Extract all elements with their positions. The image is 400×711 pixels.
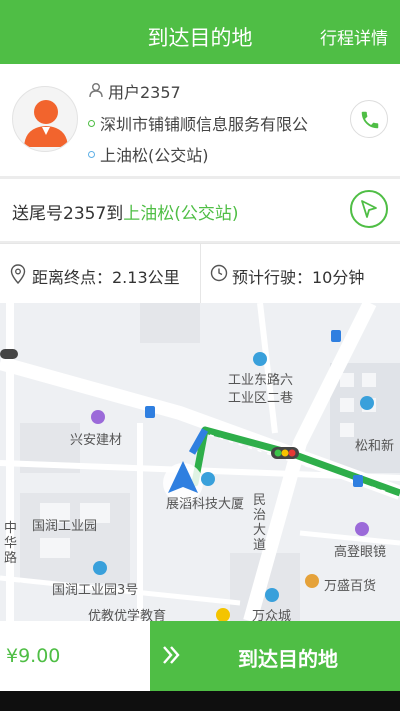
route-destination: 上油松(公交站) bbox=[123, 204, 239, 224]
arrive-button-label: 到达目的地 bbox=[238, 647, 338, 671]
map-label: 松和新 bbox=[355, 439, 395, 454]
route-text: 送尾号2357到上油松(公交站) bbox=[12, 199, 239, 224]
map-label: 兴安建材 bbox=[70, 433, 123, 448]
passenger-name-row: 用户2357 bbox=[88, 79, 181, 104]
map-canvas bbox=[0, 303, 400, 621]
route-prefix: 送尾号2357到 bbox=[12, 204, 124, 224]
map-label: 高登眼镜 bbox=[334, 545, 387, 560]
end-location-row: 上油松(公交站) bbox=[88, 142, 209, 166]
passenger-name: 用户2357 bbox=[108, 83, 181, 102]
fare-price: ¥9.00 bbox=[6, 645, 61, 667]
map-label: 中华路 bbox=[4, 521, 18, 566]
navigate-button[interactable] bbox=[350, 190, 388, 228]
map-label: 优教优学教育 bbox=[88, 609, 167, 621]
arrive-destination-button[interactable]: 到达目的地 bbox=[150, 621, 400, 691]
map-label: 民治大道 bbox=[253, 493, 267, 553]
start-location: 深圳市铺铺顺信息服务有限公 bbox=[100, 115, 309, 134]
phone-icon bbox=[361, 111, 379, 129]
map-label: 国润工业园 bbox=[32, 519, 98, 534]
map-label: 国润工业园3号 bbox=[52, 583, 139, 598]
duration-text: 预计行驶：10分钟 bbox=[232, 268, 365, 287]
end-dot-icon bbox=[88, 151, 95, 158]
route-card: 送尾号2357到上油松(公交站) bbox=[0, 179, 400, 241]
start-location-row: 深圳市铺铺顺信息服务有限公 bbox=[88, 111, 308, 135]
duration-cell: 预计行驶：10分钟 bbox=[210, 244, 400, 304]
map-label: 工业东路六 bbox=[228, 373, 294, 388]
person-icon bbox=[88, 82, 104, 102]
header: 到达目的地 行程详情 bbox=[0, 8, 400, 64]
map-label: 万众城 bbox=[252, 609, 292, 621]
end-location: 上油松(公交站) bbox=[100, 146, 209, 165]
map-view[interactable]: 工业东路六 工业区二巷 兴安建材 松和新 展滔科技大厦 民治大道 国润工业园 中… bbox=[0, 303, 400, 621]
map-label: 工业区二巷 bbox=[228, 391, 294, 406]
divider bbox=[200, 243, 201, 303]
distance-cell: 距离终点：2.13公里 bbox=[10, 244, 200, 304]
system-nav-bar bbox=[0, 691, 400, 711]
bottom-bar: ¥9.00 到达目的地 bbox=[0, 621, 400, 691]
passenger-card: 用户2357 深圳市铺铺顺信息服务有限公 上油松(公交站) bbox=[0, 64, 400, 176]
trip-details-link[interactable]: 行程详情 bbox=[320, 24, 388, 49]
location-pin-icon bbox=[10, 264, 26, 284]
status-bar bbox=[0, 0, 400, 8]
avatar bbox=[12, 86, 78, 152]
start-dot-icon bbox=[88, 120, 95, 127]
map-label: 万盛百货 bbox=[324, 579, 377, 594]
chevron-right-icon bbox=[163, 646, 180, 664]
clock-icon bbox=[210, 264, 228, 282]
price-area: ¥9.00 bbox=[0, 621, 150, 691]
distance-text: 距离终点：2.13公里 bbox=[32, 268, 180, 287]
call-button[interactable] bbox=[350, 100, 388, 138]
map-label: 展滔科技大厦 bbox=[166, 497, 245, 512]
navigate-icon bbox=[361, 200, 377, 218]
